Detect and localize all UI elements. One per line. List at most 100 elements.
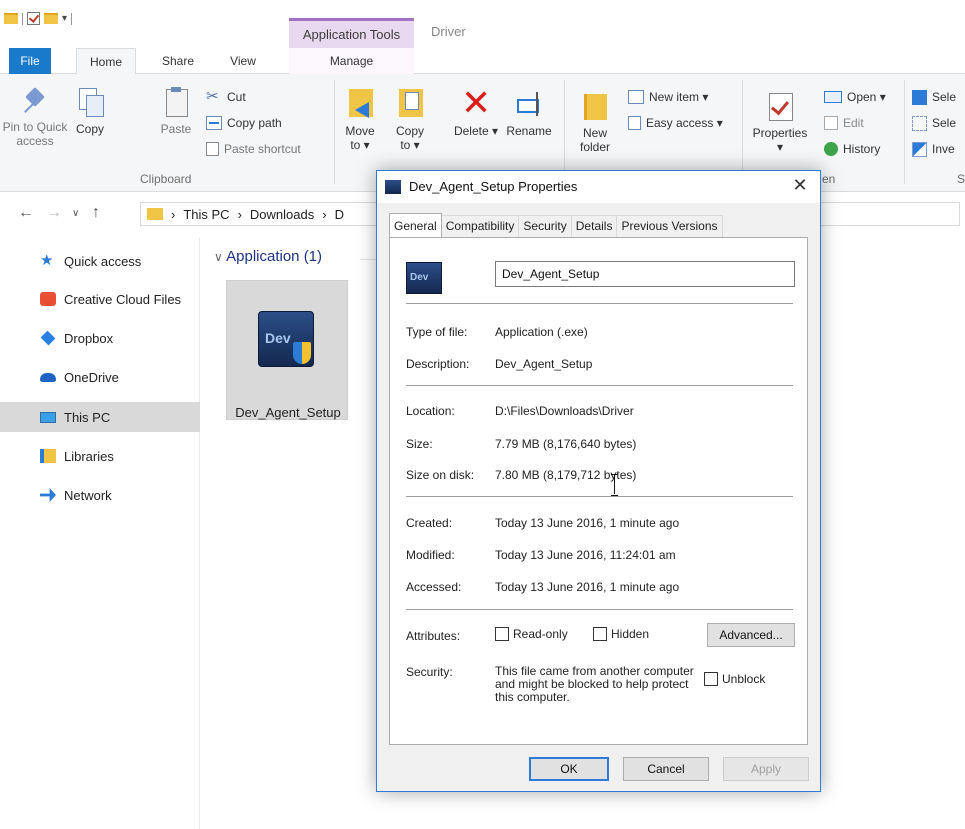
checkbox-box[interactable] xyxy=(593,627,607,641)
paste-shortcut-button[interactable]: Paste shortcut xyxy=(206,140,301,158)
open-button[interactable]: Open ▾ xyxy=(824,88,886,106)
copy-path-button[interactable]: Copy path xyxy=(206,114,282,132)
sidebar-item-network[interactable]: Network xyxy=(0,480,200,510)
easy-access-label: Easy access ▾ xyxy=(646,116,723,130)
tab-general[interactable]: General xyxy=(389,213,442,237)
sidebar-item-label: Dropbox xyxy=(64,330,114,346)
delete-button[interactable]: ✕ Delete ▾ xyxy=(448,83,504,139)
tab-previous-versions[interactable]: Previous Versions xyxy=(616,215,723,237)
new-folder-icon[interactable] xyxy=(44,13,58,24)
rename-label: Rename xyxy=(506,124,552,138)
rename-icon xyxy=(514,88,544,120)
properties-check-icon[interactable] xyxy=(27,12,40,25)
read-only-checkbox[interactable]: Read-only xyxy=(495,627,568,641)
pin-to-quick-access-button[interactable]: Pin to Quick access xyxy=(2,86,68,148)
back-arrow-icon[interactable]: ← xyxy=(18,204,34,222)
unblock-checkbox[interactable]: Unblock xyxy=(704,672,765,686)
delete-x-icon: ✕ xyxy=(461,83,492,124)
creative-cloud-icon xyxy=(40,292,56,306)
new-folder-button[interactable]: New folder xyxy=(570,90,620,154)
forward-arrow-icon[interactable]: → xyxy=(46,204,62,222)
paste-button[interactable]: Paste xyxy=(156,86,196,136)
properties-button[interactable]: Properties ▾ xyxy=(748,90,812,154)
pin-label: Pin to Quick access xyxy=(2,120,68,148)
qat-dropdown-icon[interactable]: ▾ xyxy=(62,13,67,24)
copy-to-button[interactable]: Copy to ▾ xyxy=(390,86,430,152)
rename-button[interactable]: Rename xyxy=(502,88,556,138)
tab-details[interactable]: Details xyxy=(570,215,618,237)
select-all-button[interactable]: Sele xyxy=(912,88,956,106)
select-all-icon xyxy=(912,89,927,105)
file-group-header[interactable]: ∨ Application (1) xyxy=(214,248,322,265)
tab-file[interactable]: File xyxy=(9,48,51,74)
sidebar-item-this-pc[interactable]: This PC xyxy=(0,402,200,432)
select-group-label: S xyxy=(957,172,965,186)
quick-access-toolbar: ▾ xyxy=(4,12,73,25)
paste-shortcut-label: Paste shortcut xyxy=(224,142,301,156)
new-item-button[interactable]: New item ▾ xyxy=(628,88,708,106)
checkbox-box[interactable] xyxy=(495,627,509,641)
divider xyxy=(406,303,793,304)
pin-icon xyxy=(22,86,48,116)
type-of-file-value: Application (.exe) xyxy=(495,325,588,339)
paste-label: Paste xyxy=(160,122,192,136)
delete-label: Delete ▾ xyxy=(453,124,499,138)
new-folder-icon xyxy=(580,90,610,122)
edit-button[interactable]: Edit xyxy=(824,114,864,132)
ribbon-group-separator xyxy=(742,80,743,184)
cancel-button[interactable]: Cancel xyxy=(623,757,709,781)
file-name-field[interactable] xyxy=(495,261,795,287)
breadcrumb-this-pc[interactable]: This PC xyxy=(183,207,229,222)
dialog-titlebar[interactable]: Dev_Agent_Setup Properties ✕ xyxy=(377,171,820,203)
select-all-label: Sele xyxy=(932,90,957,104)
divider xyxy=(406,609,793,610)
breadcrumb-driver[interactable]: D xyxy=(335,207,344,222)
copy-to-icon xyxy=(395,86,425,120)
select-none-label: Sele xyxy=(932,116,957,130)
tab-home[interactable]: Home xyxy=(76,48,136,75)
ribbon-tabs: File Home Share View Manage xyxy=(0,48,965,75)
recent-locations-chevron-icon[interactable]: ∨ xyxy=(72,208,79,219)
tab-security[interactable]: Security xyxy=(518,215,572,237)
sidebar-item-libraries[interactable]: Libraries xyxy=(0,441,200,471)
folder-icon[interactable] xyxy=(4,13,18,24)
sidebar-item-creative-cloud-files[interactable]: Creative Cloud Files xyxy=(0,284,200,314)
copy-button[interactable]: Copy xyxy=(70,86,110,136)
tab-view[interactable]: View xyxy=(222,48,264,74)
hidden-checkbox[interactable]: Hidden xyxy=(593,627,649,641)
type-of-file-label: Type of file: xyxy=(406,325,468,339)
location-label: Location: xyxy=(406,404,455,418)
up-arrow-icon[interactable]: ↑ xyxy=(92,204,100,222)
file-item[interactable]: Dev Dev_Agent_Setup xyxy=(226,280,348,420)
history-button[interactable]: History xyxy=(824,140,880,158)
tab-share[interactable]: Share xyxy=(154,48,202,74)
ok-button[interactable]: OK xyxy=(529,757,609,781)
tab-compatibility[interactable]: Compatibility xyxy=(440,215,520,237)
close-icon[interactable]: ✕ xyxy=(788,175,812,196)
sidebar-item-onedrive[interactable]: OneDrive xyxy=(0,362,200,392)
security-message: This file came from another computer and… xyxy=(495,664,694,704)
sidebar-item-dropbox[interactable]: Dropbox xyxy=(0,323,200,353)
checkbox-box[interactable] xyxy=(704,672,718,686)
select-none-button[interactable]: Sele xyxy=(912,114,956,132)
advanced-button[interactable]: Advanced... xyxy=(707,623,795,647)
tab-manage[interactable]: Manage xyxy=(289,48,414,74)
window-title: Driver xyxy=(431,24,466,39)
network-icon xyxy=(40,488,56,502)
breadcrumb-downloads[interactable]: Downloads xyxy=(250,207,314,222)
move-to-button[interactable]: Move to ▾ xyxy=(340,86,380,152)
sidebar-item-quick-access[interactable]: ★ Quick access xyxy=(0,246,200,276)
edit-icon xyxy=(824,116,838,130)
cut-button[interactable]: ✂ Cut xyxy=(206,88,246,106)
app-icon-text: Dev xyxy=(265,330,291,346)
pc-icon xyxy=(40,411,56,423)
invert-selection-icon xyxy=(912,141,927,157)
invert-selection-button[interactable]: Inve xyxy=(912,140,955,158)
easy-access-button[interactable]: Easy access ▾ xyxy=(628,114,723,132)
easy-access-icon xyxy=(628,116,641,130)
sidebar-item-label: Creative Cloud Files xyxy=(64,291,182,307)
apply-button[interactable]: Apply xyxy=(723,757,809,781)
dialog-body: General Compatibility Security Details P… xyxy=(377,203,820,791)
properties-label: Properties ▾ xyxy=(752,126,808,154)
copy-label: Copy xyxy=(75,122,104,136)
